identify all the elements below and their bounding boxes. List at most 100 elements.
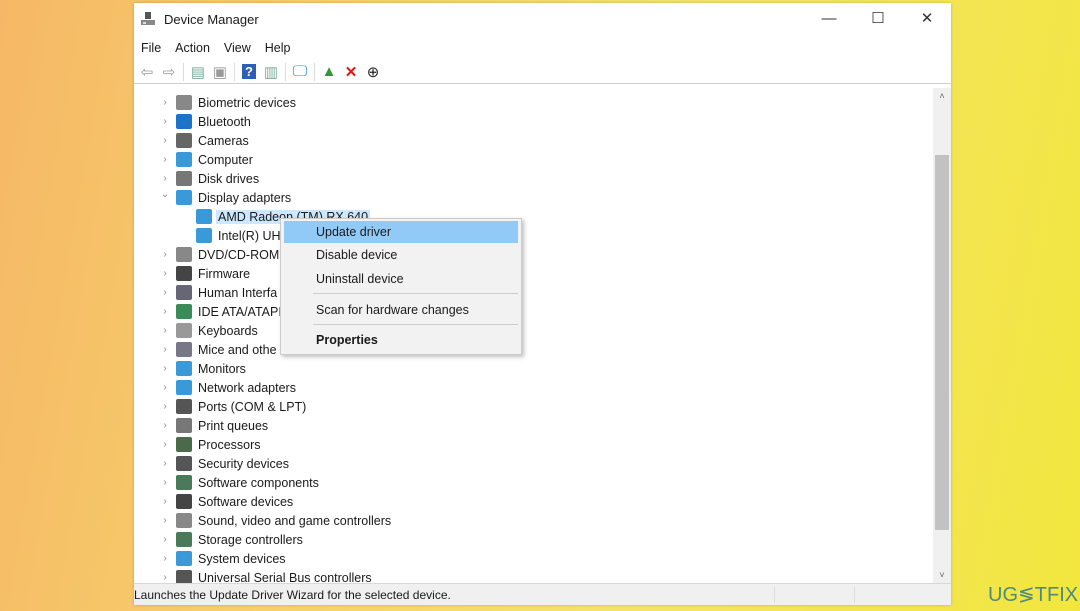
device-category-icon [176, 475, 192, 490]
chevron-right-icon[interactable]: › [160, 154, 170, 165]
tree-item[interactable]: Intel(R) UHI [134, 226, 933, 245]
tree-item[interactable]: › Bluetooth [134, 112, 933, 131]
tree-item[interactable]: › DVD/CD-ROM [134, 245, 933, 264]
tree-item[interactable]: AMD Radeon (TM) RX 640 [134, 207, 933, 226]
tree-item-label: Firmware [198, 266, 251, 281]
tree-item[interactable]: › System devices [134, 549, 933, 568]
tree-item-label: DVD/CD-ROM [198, 247, 280, 262]
tree-item-label: Network adapters [198, 380, 296, 395]
tree-item[interactable]: › Monitors [134, 359, 933, 378]
chevron-right-icon[interactable]: › [160, 344, 170, 355]
ugetfix-watermark: UG≶TFIX [988, 584, 1079, 606]
chevron-right-icon[interactable]: › [160, 401, 170, 412]
chevron-right-icon[interactable]: › [160, 553, 170, 564]
tree-item[interactable]: › Processors [134, 435, 933, 454]
forward-arrow-button[interactable]: ⇨ [158, 61, 180, 83]
chevron-right-icon[interactable]: › [160, 268, 170, 279]
maximize-button[interactable]: ☐ [855, 3, 901, 33]
device-category-icon [196, 228, 212, 243]
help-button[interactable]: ? [238, 61, 260, 83]
chevron-right-icon[interactable]: › [160, 458, 170, 469]
tree-item[interactable]: › Network adapters [134, 378, 933, 397]
vertical-scrollbar[interactable]: ˄ ˅ [933, 88, 951, 583]
tree-item-label: Display adapters [198, 190, 292, 205]
tree-item[interactable]: › Software devices [134, 492, 933, 511]
chevron-right-icon[interactable]: › [160, 249, 170, 260]
chevron-right-icon[interactable]: › [160, 135, 170, 146]
minimize-button[interactable]: — [806, 3, 852, 33]
chevron-right-icon[interactable]: › [160, 496, 170, 507]
tree-item[interactable]: › Storage controllers [134, 530, 933, 549]
tree-item[interactable]: › Disk drives [134, 169, 933, 188]
menu-help[interactable]: Help [258, 41, 298, 55]
chevron-right-icon[interactable]: › [160, 306, 170, 317]
chevron-right-icon[interactable]: › [160, 173, 170, 184]
show-hide-console-tree-button[interactable]: ▤ [187, 61, 209, 83]
chevron-right-icon[interactable]: › [160, 287, 170, 298]
chevron-down-icon[interactable]: ⌄ [160, 189, 170, 200]
chevron-right-icon[interactable]: › [160, 382, 170, 393]
back-arrow-button[interactable]: ⇦ [136, 61, 158, 83]
status-text: Launches the Update Driver Wizard for th… [134, 587, 451, 602]
scroll-up-icon[interactable]: ˄ [933, 91, 951, 101]
tree-item-label: Monitors [198, 361, 246, 376]
tree-item[interactable]: › Universal Serial Bus controllers [134, 568, 933, 583]
tree-item[interactable]: › IDE ATA/ATAPI c [134, 302, 933, 321]
chevron-right-icon[interactable]: › [160, 325, 170, 336]
tree-item-label: Storage controllers [198, 532, 303, 547]
toolbar-separator [234, 62, 235, 81]
tree-item[interactable]: › Ports (COM & LPT) [134, 397, 933, 416]
tree-item[interactable]: › Biometric devices [134, 93, 933, 112]
menu-file[interactable]: File [134, 41, 168, 55]
device-category-icon [176, 437, 192, 452]
device-category-icon [176, 494, 192, 509]
show-hide-console-tree-icon: ▤ [190, 63, 206, 81]
menu-action[interactable]: Action [168, 41, 217, 55]
action-pane-button[interactable]: ▥ [260, 61, 282, 83]
tree-item[interactable]: › Firmware [134, 264, 933, 283]
uninstall-x-icon: ✕ [344, 63, 358, 81]
tree-item-label: Software components [198, 475, 319, 490]
properties-button[interactable]: ▣ [209, 61, 231, 83]
chevron-right-icon[interactable]: › [160, 439, 170, 450]
tree-item[interactable]: › Print queues [134, 416, 933, 435]
chevron-right-icon[interactable]: › [160, 97, 170, 108]
tree-item[interactable]: › Security devices [134, 454, 933, 473]
download-circle-icon: ⊕ [366, 63, 380, 81]
tree-item[interactable]: › Software components [134, 473, 933, 492]
menu-bar: File Action View Help [134, 37, 298, 59]
menu-item-properties[interactable]: Properties [284, 329, 518, 351]
chevron-right-icon[interactable]: › [160, 363, 170, 374]
menu-item-disable-device[interactable]: Disable device [284, 244, 518, 266]
chevron-right-icon[interactable]: › [160, 116, 170, 127]
tree-item[interactable]: › Computer [134, 150, 933, 169]
tree-item-label: Print queues [198, 418, 269, 433]
menu-item-update-driver[interactable]: Update driver [284, 221, 518, 243]
chevron-right-icon[interactable]: › [160, 420, 170, 431]
menu-view[interactable]: View [217, 41, 258, 55]
update-driver-button[interactable]: ▲ [318, 61, 340, 83]
tree-item-label: Bluetooth [198, 114, 251, 129]
tree-item[interactable]: › Mice and othe [134, 340, 933, 359]
uninstall-x-button[interactable]: ✕ [340, 61, 362, 83]
scrollbar-thumb[interactable] [935, 155, 949, 530]
toolbar-separator [314, 62, 315, 81]
chevron-right-icon[interactable]: › [160, 477, 170, 488]
tree-item[interactable]: ⌄ Display adapters [134, 188, 933, 207]
menu-item-scan-hardware[interactable]: Scan for hardware changes [284, 299, 518, 321]
tree-item[interactable]: › Keyboards [134, 321, 933, 340]
scroll-down-icon[interactable]: ˅ [933, 570, 951, 580]
chevron-right-icon[interactable]: › [160, 572, 170, 583]
tree-item[interactable]: › Human Interfa [134, 283, 933, 302]
tree-item[interactable]: › Cameras [134, 131, 933, 150]
close-button[interactable]: ✕ [904, 3, 950, 33]
device-category-icon [176, 570, 192, 583]
chevron-right-icon[interactable]: › [160, 534, 170, 545]
tree-item-label: Disk drives [198, 171, 260, 186]
menu-separator [313, 324, 518, 325]
download-circle-button[interactable]: ⊕ [362, 61, 384, 83]
tree-item[interactable]: › Sound, video and game controllers [134, 511, 933, 530]
chevron-right-icon[interactable]: › [160, 515, 170, 526]
monitor-scan-button[interactable]: 🖵 [289, 61, 311, 83]
menu-item-uninstall-device[interactable]: Uninstall device [284, 268, 518, 290]
